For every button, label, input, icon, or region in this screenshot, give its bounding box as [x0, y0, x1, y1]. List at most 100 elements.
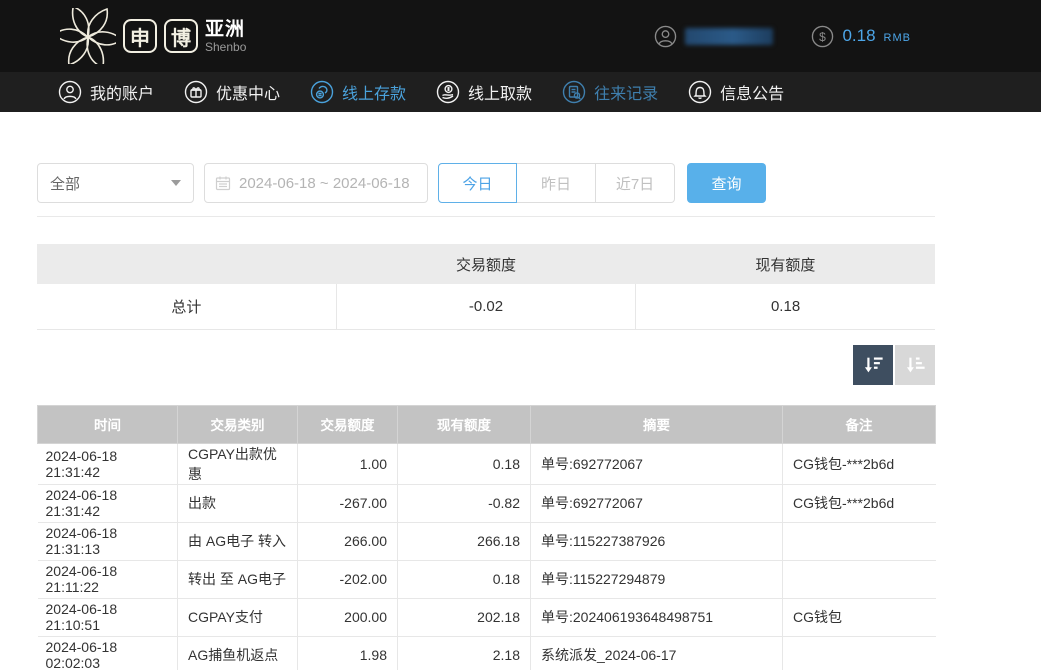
gift-icon — [184, 80, 208, 104]
cell-balance: 266.18 — [398, 522, 531, 560]
logo-char-shen: 申 — [123, 19, 157, 53]
col-header-type: 交易类别 — [178, 405, 298, 443]
logo-en-text: Shenbo — [205, 41, 246, 53]
cell-remark: CG钱包-***2b6d — [783, 443, 936, 484]
cell-time: 2024-06-18 21:31:42 — [38, 443, 178, 484]
cell-time: 2024-06-18 21:31:42 — [38, 484, 178, 522]
summary-header-transaction-amount: 交易额度 — [336, 244, 635, 284]
nav-item-transaction-records[interactable]: 往来记录 — [562, 80, 658, 104]
today-button[interactable]: 今日 — [438, 163, 517, 203]
summary-table: 交易额度 现有额度 总计 -0.02 0.18 — [37, 244, 935, 330]
cell-amount: 1.00 — [298, 443, 398, 484]
table-row: 2024-06-18 21:31:42 出款 -267.00 -0.82 单号:… — [38, 484, 936, 522]
username-redacted — [685, 28, 773, 45]
cell-type: 转出 至 AG电子 — [178, 560, 298, 598]
nav-label: 线上取款 — [468, 80, 532, 104]
withdraw-icon — [436, 80, 460, 104]
cell-summary: 单号:692772067 — [531, 443, 783, 484]
logo-region-text: 亚洲 — [205, 20, 246, 39]
cell-amount: 266.00 — [298, 522, 398, 560]
type-select-value: 全部 — [50, 173, 80, 194]
cell-type: CGPAY支付 — [178, 598, 298, 636]
quick-range-group: 今日 昨日 近7日 — [438, 163, 675, 203]
cell-remark — [783, 636, 936, 670]
svg-text:$: $ — [820, 29, 827, 43]
table-row: 2024-06-18 02:02:03 AG捕鱼机返点 1.98 2.18 系统… — [38, 636, 936, 670]
cell-time: 2024-06-18 02:02:03 — [38, 636, 178, 670]
nav-item-promotions[interactable]: 优惠中心 — [184, 80, 280, 104]
cell-balance: 2.18 — [398, 636, 531, 670]
user-account-chip[interactable] — [654, 25, 773, 48]
cell-time: 2024-06-18 21:31:13 — [38, 522, 178, 560]
main-nav: 我的账户 优惠中心 线上存款 线上取款 — [0, 72, 1041, 112]
cell-amount: 1.98 — [298, 636, 398, 670]
user-icon — [654, 25, 677, 48]
flower-logo-icon — [60, 8, 116, 64]
cell-type: 由 AG电子 转入 — [178, 522, 298, 560]
top-header: 申 博 亚洲 Shenbo $ 0.18 RMB — [0, 0, 1041, 72]
cell-type: AG捕鱼机返点 — [178, 636, 298, 670]
filter-toolbar: 全部 2024-06-18 ~ 2024-06-18 今日 昨日 近7日 查询 — [37, 163, 935, 203]
nav-label: 往来记录 — [594, 80, 658, 104]
records-icon — [562, 80, 586, 104]
cell-summary: 单号:115227387926 — [531, 522, 783, 560]
records-table: 时间 交易类别 交易额度 现有额度 摘要 备注 2024-06-18 21:31… — [37, 405, 936, 670]
col-header-summary: 摘要 — [531, 405, 783, 443]
query-button[interactable]: 查询 — [687, 163, 766, 203]
cell-amount: -202.00 — [298, 560, 398, 598]
summary-total-transaction: -0.02 — [336, 284, 635, 329]
table-row: 2024-06-18 21:31:13 由 AG电子 转入 266.00 266… — [38, 522, 936, 560]
sort-amount-asc-icon — [904, 354, 926, 376]
nav-label: 我的账户 — [90, 80, 154, 104]
last-7-days-button[interactable]: 近7日 — [596, 163, 675, 203]
summary-header-empty — [37, 244, 336, 284]
section-divider — [37, 216, 935, 217]
chevron-down-icon — [171, 180, 181, 186]
balance-currency: RMB — [884, 29, 911, 44]
table-row: 2024-06-18 21:31:42 CGPAY出款优惠 1.00 0.18 … — [38, 443, 936, 484]
logo-char-bo: 博 — [164, 19, 198, 53]
cell-summary: 系统派发_2024-06-17 — [531, 636, 783, 670]
nav-item-online-withdrawal[interactable]: 线上取款 — [436, 80, 532, 104]
col-header-remark: 备注 — [783, 405, 936, 443]
calendar-icon — [215, 175, 231, 191]
balance-display: $ 0.18 RMB — [811, 25, 911, 48]
nav-label: 线上存款 — [342, 80, 406, 104]
sort-descending-button[interactable] — [853, 345, 893, 385]
deposit-icon — [310, 80, 334, 104]
summary-total-balance: 0.18 — [636, 284, 935, 329]
cell-balance: 0.18 — [398, 560, 531, 598]
cell-amount: -267.00 — [298, 484, 398, 522]
date-range-input[interactable]: 2024-06-18 ~ 2024-06-18 — [204, 163, 428, 203]
col-header-current-balance: 现有额度 — [398, 405, 531, 443]
nav-item-online-deposit[interactable]: 线上存款 — [310, 80, 406, 104]
cell-remark: CG钱包 — [783, 598, 936, 636]
cell-time: 2024-06-18 21:11:22 — [38, 560, 178, 598]
nav-item-announcements[interactable]: 信息公告 — [688, 80, 784, 104]
summary-header-current-balance: 现有额度 — [636, 244, 935, 284]
cell-remark: CG钱包-***2b6d — [783, 484, 936, 522]
nav-item-my-account[interactable]: 我的账户 — [58, 80, 154, 104]
table-row: 2024-06-18 21:11:22 转出 至 AG电子 -202.00 0.… — [38, 560, 936, 598]
sort-amount-desc-icon — [862, 354, 884, 376]
dollar-icon: $ — [811, 25, 834, 48]
cell-summary: 单号:115227294879 — [531, 560, 783, 598]
yesterday-button[interactable]: 昨日 — [517, 163, 596, 203]
table-row: 2024-06-18 21:10:51 CGPAY支付 200.00 202.1… — [38, 598, 936, 636]
type-select[interactable]: 全部 — [37, 163, 194, 203]
sort-controls — [37, 345, 935, 385]
user-icon — [58, 80, 82, 104]
brand-logo: 申 博 亚洲 Shenbo — [60, 8, 246, 64]
balance-amount: 0.18 — [842, 26, 875, 46]
col-header-time: 时间 — [38, 405, 178, 443]
cell-time: 2024-06-18 21:10:51 — [38, 598, 178, 636]
cell-balance: 202.18 — [398, 598, 531, 636]
cell-balance: 0.18 — [398, 443, 531, 484]
sort-ascending-button[interactable] — [895, 345, 935, 385]
cell-type: 出款 — [178, 484, 298, 522]
cell-balance: -0.82 — [398, 484, 531, 522]
date-range-value: 2024-06-18 ~ 2024-06-18 — [239, 175, 410, 192]
nav-label: 信息公告 — [720, 80, 784, 104]
cell-summary: 单号:692772067 — [531, 484, 783, 522]
summary-total-row: 总计 -0.02 0.18 — [37, 284, 935, 329]
